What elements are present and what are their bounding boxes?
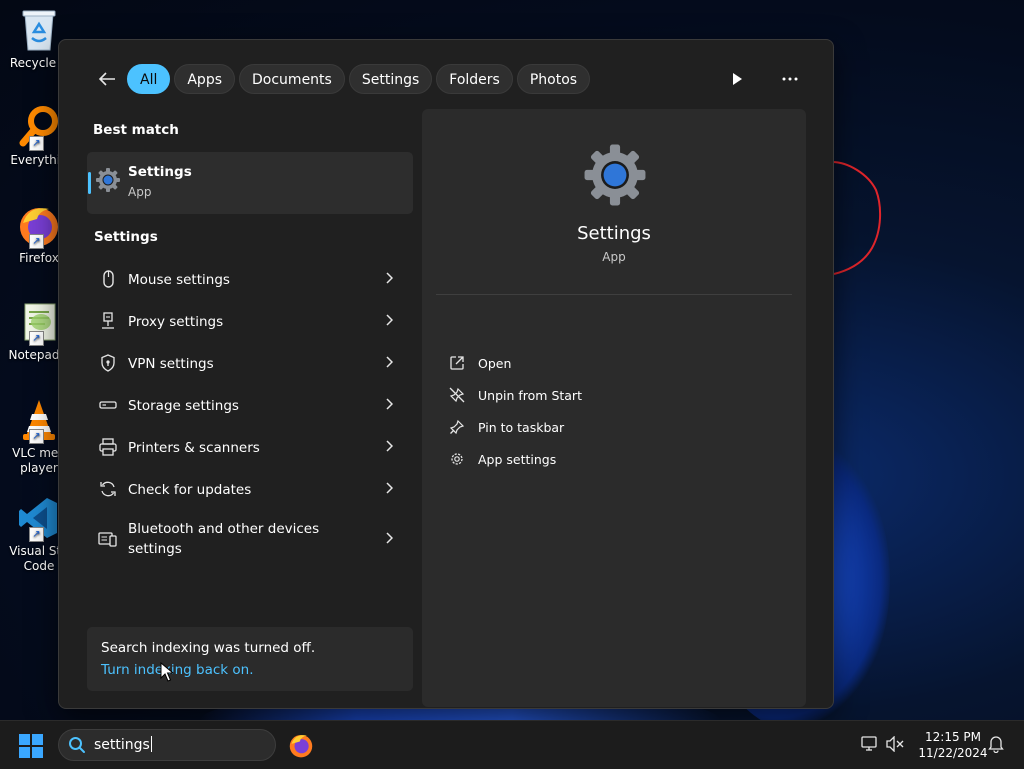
result-mouse-settings[interactable]: Mouse settings: [87, 258, 413, 300]
printer-icon: [99, 438, 117, 456]
result-storage-settings[interactable]: Storage settings: [87, 384, 413, 426]
firefox-icon: [289, 734, 313, 758]
shortcut-arrow-icon: ↗: [29, 527, 44, 542]
indexing-notice-text: Search indexing was turned off.: [101, 640, 316, 656]
more-options-button[interactable]: [775, 64, 805, 94]
proxy-icon: [102, 312, 114, 329]
chevron-right-icon: [386, 482, 393, 494]
network-icon[interactable]: [861, 736, 879, 752]
search-query-text: settings: [94, 736, 152, 753]
gear-icon: [448, 450, 466, 468]
filter-documents[interactable]: Documents: [239, 64, 345, 94]
shield-icon: [101, 354, 115, 372]
settings-gear-large-icon: [584, 144, 646, 206]
result-label: VPN settings: [128, 356, 214, 372]
open-external-icon: [448, 354, 466, 372]
taskbar-firefox-button[interactable]: [288, 732, 314, 758]
selection-indicator: [88, 172, 91, 194]
best-match-heading: Best match: [93, 122, 179, 138]
detail-pane: Settings App Open Unpin from Start Pin t…: [422, 109, 806, 707]
notepad-plus-plus-icon: ↗: [17, 300, 61, 346]
action-label: App settings: [478, 451, 557, 467]
filter-photos[interactable]: Photos: [516, 64, 591, 94]
settings-section-heading: Settings: [94, 229, 158, 245]
result-label: Storage settings: [128, 398, 239, 414]
play-button[interactable]: [722, 64, 752, 94]
play-icon: [733, 73, 742, 85]
everything-search-icon: ↗: [17, 105, 61, 151]
back-arrow-icon: [98, 72, 115, 86]
vscode-icon: ↗: [17, 496, 61, 542]
shortcut-arrow-icon: ↗: [29, 136, 44, 151]
filter-folders[interactable]: Folders: [436, 64, 513, 94]
result-check-for-updates[interactable]: Check for updates: [87, 468, 413, 510]
turn-indexing-on-link[interactable]: Turn indexing back on.: [101, 662, 254, 678]
result-label: Printers & scanners: [128, 440, 260, 456]
chevron-right-icon: [386, 272, 393, 284]
result-label: Mouse settings: [128, 272, 230, 288]
detail-title: Settings: [577, 223, 651, 244]
storage-icon: [99, 401, 117, 409]
taskbar: settings 12:15 PM 11/22/2024: [0, 720, 1024, 769]
clock-date: 11/22/2024: [918, 746, 988, 760]
mouse-icon: [103, 270, 114, 288]
volume-muted-icon[interactable]: [886, 736, 904, 752]
result-proxy-settings[interactable]: Proxy settings: [87, 300, 413, 342]
pin-icon: [448, 418, 466, 436]
more-dots-icon: [782, 77, 798, 81]
action-unpin-from-start[interactable]: Unpin from Start: [448, 382, 778, 408]
taskbar-search-input[interactable]: settings: [58, 729, 276, 761]
recycle-bin-icon: [17, 8, 61, 52]
best-match-title: Settings: [128, 164, 192, 180]
result-printers-scanners[interactable]: Printers & scanners: [87, 426, 413, 468]
action-open[interactable]: Open: [448, 350, 778, 376]
chevron-right-icon: [386, 356, 393, 368]
indexing-notice: Search indexing was turned off. Turn ind…: [87, 627, 413, 691]
filter-apps[interactable]: Apps: [174, 64, 236, 94]
action-pin-to-taskbar[interactable]: Pin to taskbar: [448, 414, 778, 440]
detail-subtitle: App: [602, 250, 626, 264]
result-vpn-settings[interactable]: VPN settings: [87, 342, 413, 384]
sync-icon: [100, 481, 116, 497]
chevron-right-icon: [386, 398, 393, 410]
settings-results-list: Mouse settings Proxy settings VPN settin…: [87, 258, 413, 570]
clock-time: 12:15 PM: [925, 730, 981, 744]
red-annotation-mark: [831, 161, 882, 275]
notification-bell-icon[interactable]: [988, 735, 1004, 753]
settings-gear-icon: [96, 168, 120, 192]
result-bluetooth-devices[interactable]: Bluetooth and other devices settings: [87, 510, 413, 570]
windows-logo-icon: [19, 734, 43, 758]
filter-settings[interactable]: Settings: [348, 64, 433, 94]
devices-icon: [98, 532, 117, 547]
detail-divider: [436, 294, 792, 295]
result-label: Proxy settings: [128, 314, 224, 330]
start-search-panel: All Apps Documents Settings Folders Phot…: [58, 39, 834, 709]
best-match-subtitle: App: [128, 185, 152, 199]
back-button[interactable]: [93, 65, 121, 93]
filter-bar: All Apps Documents Settings Folders Phot…: [93, 63, 594, 95]
action-app-settings[interactable]: App settings: [448, 446, 778, 472]
vlc-icon: ↗: [17, 398, 61, 444]
action-label: Unpin from Start: [478, 387, 582, 403]
chevron-right-icon: [386, 440, 393, 452]
firefox-icon: ↗: [17, 203, 61, 249]
action-label: Pin to taskbar: [478, 419, 565, 435]
unpin-icon: [448, 386, 466, 404]
shortcut-arrow-icon: ↗: [29, 429, 44, 444]
chevron-right-icon: [386, 532, 393, 544]
text-caret: [150, 736, 152, 752]
filter-all[interactable]: All: [127, 64, 171, 94]
action-label: Open: [478, 355, 512, 371]
shortcut-arrow-icon: ↗: [29, 331, 44, 346]
shortcut-arrow-icon: ↗: [29, 234, 44, 249]
search-icon: [69, 737, 85, 753]
chevron-right-icon: [386, 314, 393, 326]
result-label: Check for updates: [128, 482, 252, 498]
mouse-cursor-icon: [160, 662, 174, 682]
result-label: Bluetooth and other devices settings: [128, 521, 320, 557]
best-match-result[interactable]: Settings App: [87, 152, 413, 214]
start-button[interactable]: [18, 733, 44, 759]
system-clock[interactable]: 12:15 PM 11/22/2024: [912, 729, 994, 761]
